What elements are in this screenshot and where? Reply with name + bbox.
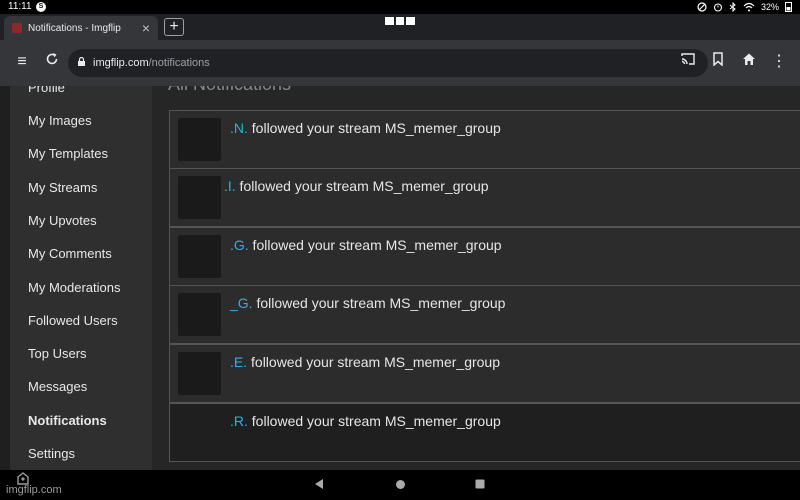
notification-badge-icon: S xyxy=(36,2,46,12)
system-nav-bar: imgflip.com xyxy=(0,470,800,500)
notification-message: followed your stream MS_memer_group xyxy=(235,178,489,194)
sidebar-item-my-moderations[interactable]: My Moderations xyxy=(28,280,120,295)
url-domain: imgflip.com xyxy=(93,57,149,69)
notification-message: followed your stream MS_memer_group xyxy=(247,354,501,370)
sidebar-item-my-comments[interactable]: My Comments xyxy=(28,246,112,261)
close-tab-icon[interactable]: × xyxy=(142,20,150,36)
status-bar: 11:11 S 32% xyxy=(0,0,800,14)
imgflip-logo-icon xyxy=(17,472,29,485)
notification-text: .I. followed your stream MS_memer_group xyxy=(224,178,489,194)
url-path: /notifications xyxy=(148,57,210,69)
notification-item[interactable]: .G. followed your stream MS_memer_group xyxy=(169,227,800,286)
home-icon[interactable] xyxy=(739,52,759,72)
username-link[interactable]: .I. xyxy=(224,178,236,194)
username-link[interactable]: .N. xyxy=(230,120,248,136)
notification-text: .G. followed your stream MS_memer_group xyxy=(230,237,502,253)
bookmark-icon[interactable] xyxy=(708,52,728,72)
bluetooth-icon xyxy=(729,1,736,12)
back-icon[interactable] xyxy=(314,478,324,490)
sidebar-item-my-templates[interactable]: My Templates xyxy=(28,146,108,161)
sidebar-item-notifications[interactable]: Notifications xyxy=(28,413,107,428)
menu-icon[interactable]: ≡ xyxy=(12,52,32,72)
notification-item[interactable]: .E. followed your stream MS_memer_group xyxy=(169,344,800,403)
url-text: imgflip.com/notifications xyxy=(93,57,210,69)
home-nav-icon[interactable] xyxy=(395,478,406,490)
watermark: imgflip.com xyxy=(6,484,62,496)
more-options-icon[interactable]: ⋮ xyxy=(769,52,789,72)
user-avatar[interactable] xyxy=(178,118,221,161)
sidebar-item-messages[interactable]: Messages xyxy=(28,379,87,394)
username-link[interactable]: .E. xyxy=(230,354,247,370)
new-tab-button[interactable]: + xyxy=(164,18,184,36)
tab-bar: Notifications - Imgflip × + xyxy=(0,14,800,40)
imgflip-favicon-icon xyxy=(12,23,22,33)
notification-item[interactable]: .N. followed your stream MS_memer_group xyxy=(169,110,800,169)
user-avatar[interactable] xyxy=(178,176,221,219)
reload-icon[interactable] xyxy=(42,52,62,72)
username-link[interactable]: .R. xyxy=(230,413,248,429)
recents-icon[interactable] xyxy=(475,478,485,490)
sidebar-item-my-upvotes[interactable]: My Upvotes xyxy=(28,213,97,228)
user-avatar[interactable] xyxy=(178,352,221,395)
notification-item[interactable]: _G. followed your stream MS_memer_group xyxy=(169,285,800,344)
wifi-icon xyxy=(743,2,755,11)
tab-title: Notifications - Imgflip xyxy=(28,23,121,34)
notification-text: _G. followed your stream MS_memer_group xyxy=(230,295,505,311)
sidebar-item-my-images[interactable]: My Images xyxy=(28,113,92,128)
notification-text: .E. followed your stream MS_memer_group xyxy=(230,354,500,370)
cast-icon[interactable] xyxy=(678,52,698,72)
notification-item[interactable]: .R. followed your stream MS_memer_group xyxy=(169,403,800,462)
dnd-icon xyxy=(697,1,707,12)
clock: 11:11 xyxy=(8,1,32,12)
sidebar-item-profile[interactable]: Profile xyxy=(28,86,65,95)
user-avatar[interactable] xyxy=(178,235,221,278)
username-link[interactable]: _G. xyxy=(230,295,253,311)
address-bar[interactable]: imgflip.com/notifications xyxy=(68,49,708,77)
notification-message: followed your stream MS_memer_group xyxy=(252,295,506,311)
notification-message: followed your stream MS_memer_group xyxy=(247,120,501,136)
notification-message: followed your stream MS_memer_group xyxy=(247,413,501,429)
notification-text: .N. followed your stream MS_memer_group xyxy=(230,120,501,136)
sidebar-nav: Profile My Images My Templates My Stream… xyxy=(10,86,152,470)
battery-icon xyxy=(785,2,792,12)
user-avatar[interactable] xyxy=(178,293,221,336)
username-link[interactable]: .G. xyxy=(230,237,249,253)
alarm-icon xyxy=(713,2,723,12)
notification-text: .R. followed your stream MS_memer_group xyxy=(230,413,501,429)
notification-item[interactable]: .I. followed your stream MS_memer_group xyxy=(169,168,800,227)
window-drag-handle-icon[interactable] xyxy=(385,17,416,25)
page-title: All Notifications xyxy=(168,86,291,95)
sidebar-item-top-users[interactable]: Top Users xyxy=(28,346,87,361)
sidebar-item-my-streams[interactable]: My Streams xyxy=(28,180,97,195)
browser-tab[interactable]: Notifications - Imgflip × xyxy=(4,16,158,40)
sidebar-item-settings[interactable]: Settings xyxy=(28,446,75,461)
notification-message: followed your stream MS_memer_group xyxy=(248,237,502,253)
browser-toolbar: ≡ imgflip.com/notifications ⋮ xyxy=(0,40,800,86)
notifications-panel: All Notifications .N. followed your stre… xyxy=(152,86,800,470)
lock-icon xyxy=(78,57,85,66)
battery-percent: 32% xyxy=(760,1,779,12)
sidebar-item-followed-users[interactable]: Followed Users xyxy=(28,313,118,328)
status-icons: 32% xyxy=(697,1,792,12)
